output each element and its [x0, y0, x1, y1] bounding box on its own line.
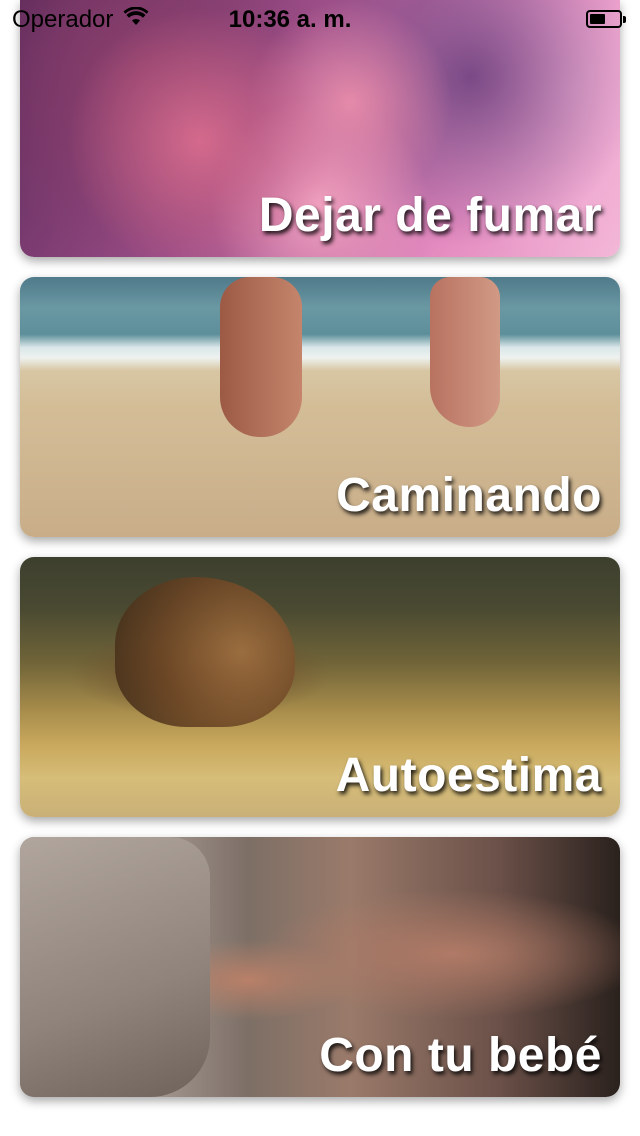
battery-icon: [586, 10, 626, 28]
status-bar: Operador 10:36 a. m.: [0, 0, 640, 40]
status-time: 10:36 a. m.: [228, 6, 352, 33]
card-autoestima[interactable]: Autoestima: [20, 557, 620, 817]
lion-shape: [115, 577, 295, 727]
card-caminando[interactable]: Caminando: [20, 277, 620, 537]
card-title: Caminando: [336, 469, 602, 522]
battery-level: [590, 14, 606, 24]
foot-shape: [430, 277, 500, 427]
card-title: Dejar de fumar: [258, 189, 602, 242]
card-title: Con tu bebé: [319, 1029, 602, 1082]
card-con-tu-bebe[interactable]: Con tu bebé: [20, 837, 620, 1097]
blanket-shape: [20, 837, 210, 1097]
screen: Operador 10:36 a. m. Dejar de fumar Cami…: [0, 0, 640, 1136]
status-time-wrapper: 10:36 a. m.: [0, 6, 640, 34]
card-title: Autoestima: [335, 749, 602, 802]
foot-shape: [220, 277, 302, 437]
